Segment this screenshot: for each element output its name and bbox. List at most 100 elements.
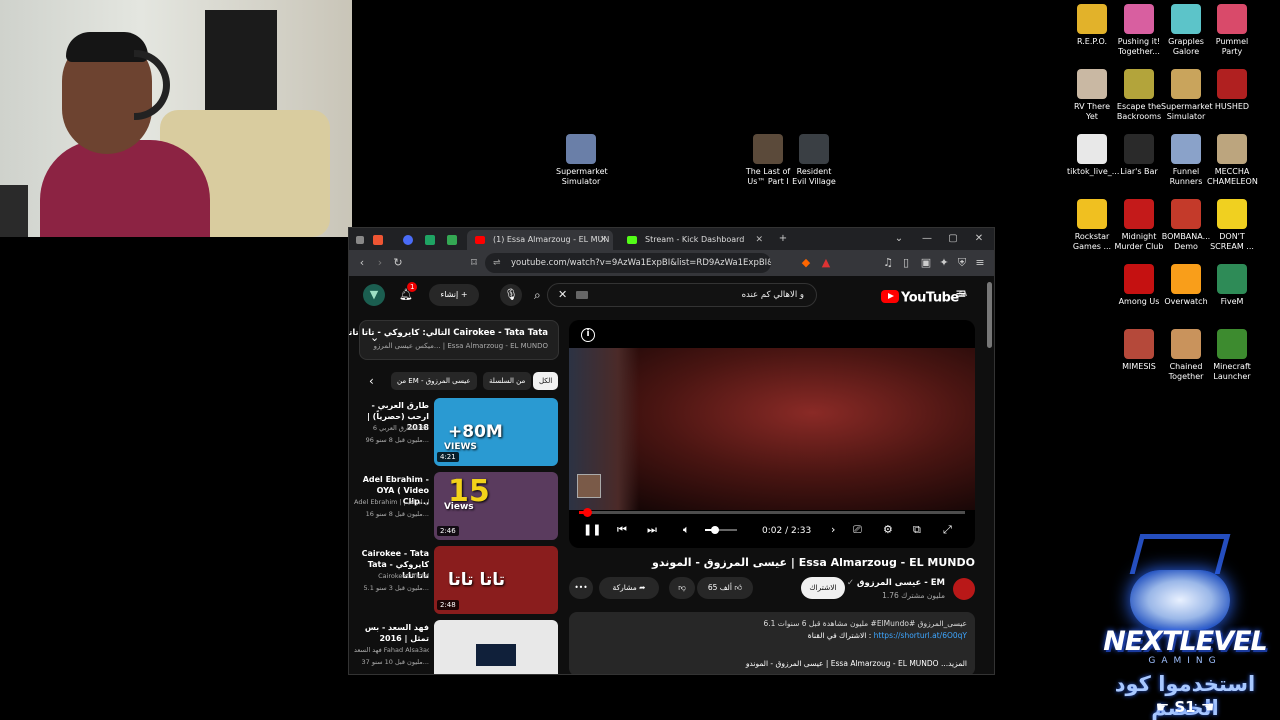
desktop-shortcut[interactable]: Rockstar Games ...	[1067, 199, 1117, 251]
menu-icon[interactable]: ≡	[973, 256, 987, 270]
scrollbar[interactable]	[987, 282, 992, 348]
desktop-shortcut[interactable]: Midnight Murder Club	[1114, 199, 1164, 251]
desktop-shortcut[interactable]: Overwatch	[1161, 264, 1211, 307]
desktop-shortcut[interactable]: Supermarket Simulator	[556, 134, 608, 186]
expand-playlist-icon[interactable]: ⌄	[370, 331, 379, 344]
search-input[interactable]: ⌕ ✕ و الاهالي كم عنده	[534, 283, 817, 307]
notifications-icon[interactable]: 🔔︎ 1	[395, 282, 418, 306]
desktop-shortcut[interactable]: FiveM	[1207, 264, 1257, 307]
tab-search-icon[interactable]: ⌄	[887, 228, 911, 250]
video-thumbnail[interactable]: +80M VIEWS 4:21	[434, 398, 558, 466]
volume-icon[interactable]: 🔈︎	[683, 522, 690, 538]
sidebar-icon[interactable]: ▯	[899, 256, 913, 270]
brave-shields-icon[interactable]: ◆	[799, 256, 813, 270]
brave-rewards-icon[interactable]: ▲	[819, 256, 833, 270]
voice-search-icon[interactable]: 🎙︎	[500, 284, 522, 306]
desktop-shortcut[interactable]: Liar's Bar	[1114, 134, 1164, 177]
vpn-icon[interactable]: ⛨	[955, 256, 969, 270]
playlist-item[interactable]: تاتا تاتا 2:48 Cairokee - Tata Tata كايروك…	[349, 546, 559, 616]
pinned-tab-4[interactable]	[445, 230, 459, 250]
next-icon[interactable]: ⏭︎	[647, 522, 657, 538]
desktop-shortcut[interactable]: Pummel Party	[1207, 4, 1257, 56]
chips-prev-icon[interactable]: ‹	[369, 372, 374, 390]
previous-icon[interactable]: ⏮︎	[617, 522, 627, 538]
chip-all[interactable]: الكل	[533, 372, 559, 390]
guide-menu-icon[interactable]: ≡	[955, 286, 967, 302]
forward-icon[interactable]: ›	[373, 256, 387, 270]
media-icon[interactable]: ♫	[881, 256, 895, 270]
create-button[interactable]: إنشاء +	[429, 284, 479, 306]
pinned-tab-2[interactable]	[401, 230, 415, 250]
maximize-icon[interactable]: ▢	[941, 228, 965, 250]
playlist-header[interactable]: التالي: كايروكي - تاتا تاتا Cairokee - T…	[349, 320, 559, 360]
desktop-shortcut[interactable]: Resident Evil Village	[789, 134, 839, 186]
keyboard-icon[interactable]	[576, 291, 588, 299]
desktop-shortcut[interactable]: Grapples Galore	[1161, 4, 1211, 56]
desktop-shortcut[interactable]: BOMBANA... Demo	[1161, 199, 1211, 251]
new-tab-icon[interactable]: +	[771, 228, 795, 250]
desktop-shortcut[interactable]: Pushing it! Together...	[1114, 4, 1164, 56]
desktop-shortcut[interactable]: Escape the Backrooms	[1114, 69, 1164, 121]
description-line-3[interactable]: عيسى المرزوق - الموندو | Essa Almarzoug …	[746, 658, 967, 669]
tab-kick-dashboard[interactable]: Stream - Kick Dashboard ✕	[619, 230, 769, 250]
progress-bar[interactable]	[579, 508, 965, 517]
chip-from-series[interactable]: من السلسلة	[483, 372, 532, 390]
pinned-tab-3[interactable]	[423, 230, 437, 250]
desktop-shortcut[interactable]: RV There Yet	[1067, 69, 1117, 121]
more-actions-icon[interactable]: •••	[569, 577, 593, 599]
video-thumbnail[interactable]: 15 Views 2:46	[434, 472, 558, 540]
fullscreen-icon[interactable]: ⤢	[943, 522, 952, 538]
desktop-shortcut[interactable]: Among Us	[1114, 264, 1164, 307]
playlist-item[interactable]: فهد السعد - بس تمثل | 2016 فهد السعد Faha…	[349, 620, 559, 674]
desktop-shortcut[interactable]: Chained Together	[1161, 329, 1211, 381]
desktop-shortcut[interactable]: DON'T SCREAM ...	[1207, 199, 1257, 251]
desktop-shortcut[interactable]: Minecraft Launcher	[1207, 329, 1257, 381]
desktop-shortcut[interactable]: The Last of Us™ Part I	[743, 134, 793, 186]
video-thumbnail[interactable]: تاتا تاتا 2:48	[434, 546, 558, 614]
desktop-shortcut[interactable]: R.E.P.O.	[1067, 4, 1117, 47]
close-tab-icon[interactable]: ✕	[599, 230, 607, 250]
search-icon[interactable]: ⌕	[534, 284, 541, 306]
dislike-button[interactable]: 👎︎	[669, 577, 695, 599]
chip-from-channel[interactable]: من EM - عيسى المرزوق	[391, 372, 477, 390]
volume-slider[interactable]	[705, 526, 737, 534]
settings-icon[interactable]: ⚙︎	[883, 522, 893, 538]
desktop-shortcut[interactable]: HUSHED	[1207, 69, 1257, 112]
progress-scrubber[interactable]	[583, 508, 593, 517]
youtube-logo[interactable]: YouTubeSA	[881, 285, 967, 305]
description-box[interactable]: 6.1 مليون مشاهدة قبل 6 سنوات #ElMundo# ع…	[569, 612, 975, 674]
minimize-icon[interactable]: —	[915, 228, 939, 250]
share-button[interactable]: مشاركة ➦	[599, 577, 659, 599]
info-icon[interactable]: i	[581, 328, 595, 342]
desktop-shortcut[interactable]: MECCHA CHAMELEON	[1207, 134, 1258, 186]
miniplayer-icon[interactable]: ⧉	[913, 522, 921, 538]
leo-ai-icon[interactable]: ✦	[937, 256, 951, 270]
tab-youtube[interactable]: (1) Essa Almarzoug - EL MUN ✕	[467, 230, 613, 250]
tab-strip-icon[interactable]	[353, 230, 367, 250]
playlist-item[interactable]: 15 Views 2:46 Adel Ebrahim - OYA ( Video Cl…	[349, 472, 559, 542]
close-tab-icon[interactable]: ✕	[755, 230, 763, 250]
subscribe-button[interactable]: الاشتراك	[801, 577, 845, 599]
bookmark-icon[interactable]: ⌑	[467, 256, 481, 270]
desktop-shortcut[interactable]: MIMESIS	[1114, 329, 1164, 372]
like-button[interactable]: 65 ألف 👍︎	[697, 577, 753, 599]
clear-search-icon[interactable]: ✕	[558, 284, 567, 306]
video-player[interactable]: i ❚❚ ⏮︎ ⏭︎ 🔈︎ 0:02 / 2:33 › ⎚ ⚙︎ ⧉ ⤢	[569, 320, 975, 548]
url-field[interactable]: ⇌ youtube.com/watch?v=9AzWa1ExpBI&list=R…	[485, 253, 771, 273]
site-settings-icon[interactable]: ⇌	[493, 253, 501, 273]
playlist-item[interactable]: +80M VIEWS 4:21 طارق العربي - ارحب (حصرياً)…	[349, 398, 559, 468]
desktop-shortcut[interactable]: Funnel Runners	[1161, 134, 1211, 186]
back-icon[interactable]: ‹	[355, 256, 369, 270]
volume-knob[interactable]	[710, 526, 719, 534]
pause-icon[interactable]: ❚❚	[583, 522, 601, 538]
close-window-icon[interactable]: ✕	[967, 228, 991, 250]
channel-name[interactable]: ✓ عيسى المرزوق - EM	[847, 578, 945, 588]
wallet-icon[interactable]: ▣	[919, 256, 933, 270]
desktop-shortcut[interactable]: tiktok_live_...	[1067, 134, 1119, 177]
subtitles-icon[interactable]: ⎚	[853, 522, 862, 538]
desktop-shortcut[interactable]: Supermarket Simulator	[1161, 69, 1213, 121]
video-thumbnail[interactable]	[434, 620, 558, 674]
extension-icon[interactable]: ▼	[363, 284, 385, 306]
chapter-next-icon[interactable]: ›	[831, 522, 835, 538]
pinned-tab-1[interactable]	[371, 230, 385, 250]
